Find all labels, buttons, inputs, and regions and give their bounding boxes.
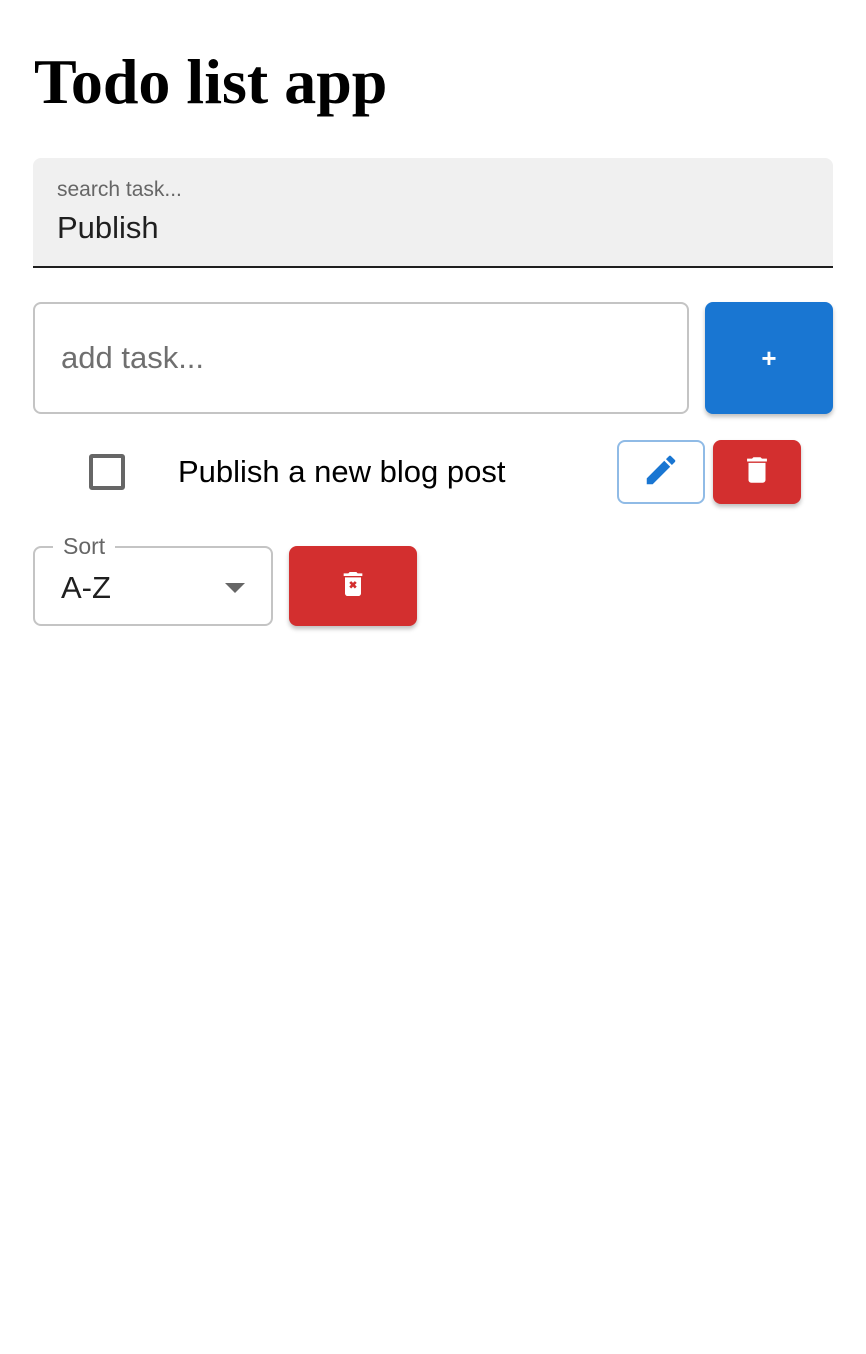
search-value[interactable]: Publish <box>57 210 159 246</box>
edit-task-button[interactable] <box>617 440 705 504</box>
sort-selected-value: A-Z <box>61 570 111 605</box>
search-label: search task... <box>57 178 182 201</box>
caret-down-icon <box>225 583 245 593</box>
search-input[interactable]: search task... Publish <box>33 158 833 268</box>
sort-label: Sort <box>53 534 116 558</box>
page-title: Todo list app <box>34 46 388 117</box>
add-task-input[interactable]: add task... <box>33 302 689 414</box>
trash-x-icon <box>337 564 369 609</box>
pencil-icon <box>642 451 680 494</box>
task-checkbox[interactable] <box>89 454 125 490</box>
delete-task-button[interactable] <box>713 440 801 504</box>
sort-select[interactable]: Sort A-Z <box>33 534 273 626</box>
task-label: Publish a new blog post <box>178 454 506 489</box>
trash-icon <box>740 450 774 495</box>
add-task-placeholder: add task... <box>61 340 205 375</box>
clear-all-button[interactable] <box>289 546 417 626</box>
add-task-button[interactable]: + <box>705 302 833 414</box>
